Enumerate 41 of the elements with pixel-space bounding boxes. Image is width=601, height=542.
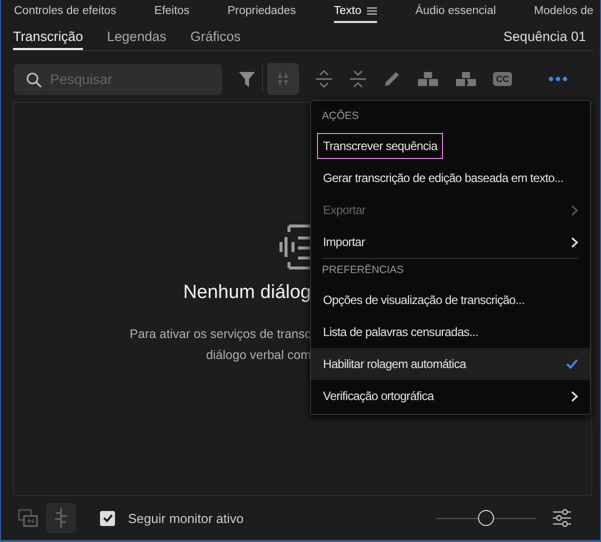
slider-thumb[interactable] [478,510,494,526]
pencil-icon[interactable] [383,70,401,88]
split-icon[interactable] [417,71,439,87]
empty-description: Para ativar os serviços de transc [130,326,311,343]
menu-item[interactable]: Gerar transcrição de edição baseada em texto... [317,165,570,191]
tab[interactable]: Legendas [107,23,166,50]
panel-tab[interactable]: Áudio essencial [415,0,496,23]
tab[interactable]: Gráficos [190,23,241,50]
menu-item[interactable]: Verificação ortográfica [317,383,440,409]
timeline-icon [53,507,69,529]
menu-section-header: AÇÕES [321,108,360,124]
panel-tab[interactable]: Propriedades [227,0,296,23]
sequence-name: Sequência 01 [503,29,587,44]
menu-icon[interactable] [367,6,378,14]
menu-section-header: PREFERÊNCIAS [321,262,405,278]
menu-item[interactable]: Lista de palavras censuradas... [317,319,484,345]
menu-item[interactable]: Transcrever sequência [317,133,444,159]
expand-icon[interactable] [315,70,333,88]
menu-item[interactable]: Opções de visualização de transcrição... [317,287,530,313]
toolbar-button[interactable] [267,63,299,95]
settings-icon[interactable] [552,508,572,528]
panel-tab[interactable]: Texto [334,0,378,23]
empty-title: Nenhum diálog [183,282,311,304]
more-icon[interactable] [548,76,568,82]
checkbox-label: Seguir monitor ativo [128,510,244,526]
panel-tab[interactable]: Controles de efeitos [14,0,116,23]
menu-item[interactable]: Importar [317,229,371,255]
empty-description: diálogo verbal com [206,347,311,364]
merge-icon[interactable] [455,71,477,87]
panel-tab[interactable]: Efeitos [154,0,190,23]
collapse-icon[interactable] [349,70,367,88]
toolbar-button[interactable] [46,503,76,533]
split-lines-icon [277,72,289,86]
tab[interactable]: Transcrição [13,23,84,50]
panel-tab[interactable]: Modelos de [534,0,594,23]
search-field[interactable]: Pesquisar [14,64,222,94]
checkbox[interactable] [100,510,115,526]
clip-waveform-icon[interactable] [18,508,38,528]
filter-icon[interactable] [238,70,256,88]
transcript-icon [279,224,311,270]
search-icon [26,72,42,88]
